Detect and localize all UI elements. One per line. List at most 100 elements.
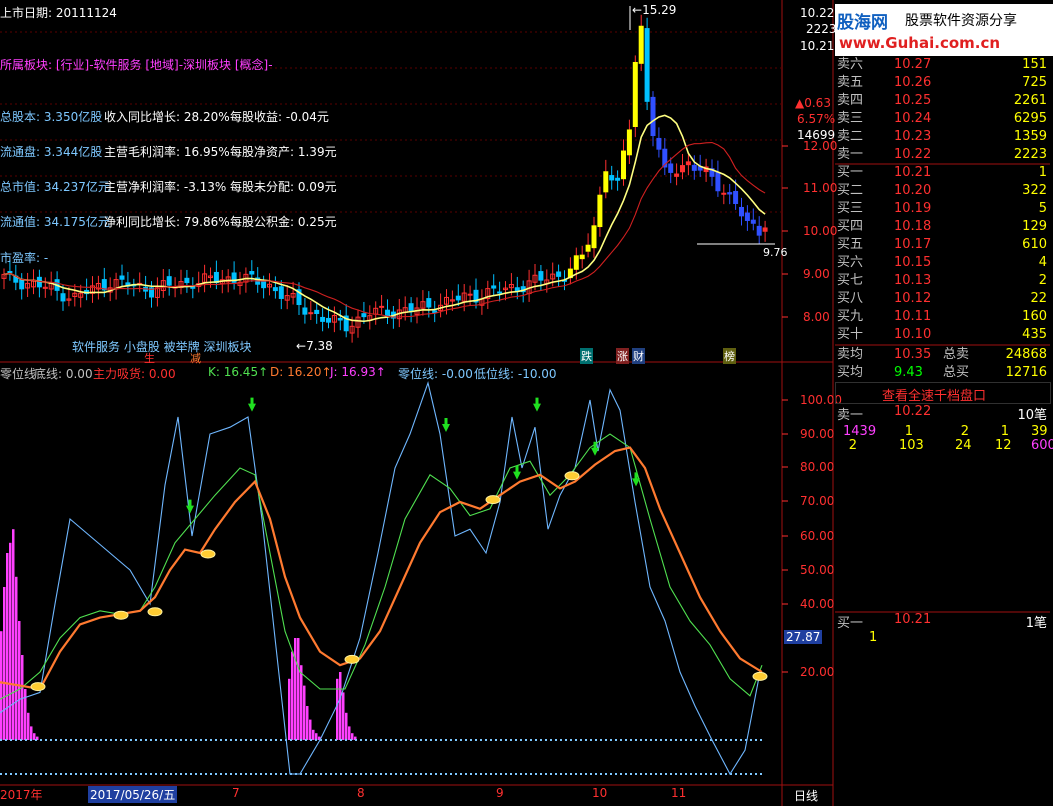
queue-order: 1439 (843, 424, 877, 439)
gold-ingot-icon (344, 654, 360, 664)
ask-volume: 6295 (1013, 111, 1047, 126)
absorb-bar (15, 576, 18, 740)
axis-top-value: 2223 (806, 22, 837, 36)
fund-b: 收入同比增长: 28.20% (104, 110, 230, 124)
ask1-queue-count: 10笔 (1017, 408, 1047, 423)
ask1-queue-price: 10.22 (894, 404, 932, 419)
event-mark-ta[interactable]: 生 (144, 350, 155, 366)
ask-label: 卖三 (837, 111, 864, 126)
candle-body (680, 165, 685, 173)
gold-ingot-icon (752, 671, 768, 681)
candle-body (337, 317, 343, 321)
bid-price: 10.12 (894, 291, 932, 306)
indicator-current-value: 27.87 (784, 630, 823, 644)
gold-ingot-icon (147, 607, 163, 617)
queue-button[interactable]: 查看全速千档盘口 (835, 382, 1051, 404)
ind-k: K: 16.45↑ (208, 365, 269, 379)
candle-body (739, 206, 744, 217)
ask-row: 卖五 10.26 725 (835, 74, 1051, 92)
pe-label: 市盈率: - (0, 251, 49, 265)
fund-a: 流通盘: 3.344亿股 (0, 145, 103, 159)
candle-body (278, 286, 284, 299)
candle-body (261, 281, 267, 289)
queue-order: 103 (899, 438, 924, 453)
absorb-bar (0, 631, 3, 740)
queue-order: 12 (995, 438, 1012, 453)
candle-body (668, 163, 674, 173)
avg-row: 卖均 10.35 总卖 24868 (835, 346, 1051, 364)
candle-body (644, 28, 650, 102)
sell-arrow-icon (632, 472, 640, 487)
fund-a: 流通值: 34.175亿元 (0, 215, 110, 229)
queue-order: 1 (904, 424, 913, 439)
absorb-bar (18, 621, 21, 740)
ask-volume: 2223 (1013, 147, 1047, 162)
absorb-bar (348, 726, 351, 740)
event-mark-reduce[interactable]: 减 (190, 350, 201, 366)
candle-body (326, 317, 331, 323)
bid-volume: 4 (1038, 255, 1047, 270)
time-label: 8 (357, 786, 365, 800)
bid-volume: 322 (1022, 183, 1047, 198)
queue-order: 2 (848, 438, 857, 453)
queue-button-label: 查看全速千档盘口 (882, 389, 987, 404)
candle-body (166, 276, 172, 286)
list-date: 上市日期: 20111124 (0, 6, 117, 20)
fund-b: 净利同比增长: 79.86% (104, 215, 230, 229)
bid-row: 买二 10.20 322 (835, 182, 1051, 200)
bid-price: 10.21 (894, 165, 932, 180)
absorb-bar (291, 651, 294, 740)
ask1-queue: 卖一 10.22 10笔 1439 1 2 1 39 2 103 24 12 600 (835, 404, 1053, 454)
candle-body (573, 255, 579, 270)
candle-body (19, 279, 25, 290)
candle-body (60, 293, 66, 302)
brand-name: 股海网 (837, 13, 888, 33)
event-mark-rise[interactable]: 涨 (616, 348, 629, 364)
bid-row: 买十 10.10 435 (835, 326, 1051, 344)
avg-row: 买均 9.43 总买 12716 (835, 364, 1051, 382)
bid-label: 买四 (837, 219, 864, 234)
candle-body (591, 225, 597, 249)
ask-row: 卖三 10.24 6295 (835, 110, 1051, 128)
bid1-queue-order: 1 (869, 630, 878, 645)
axis-top-value: 10.21 (800, 39, 835, 53)
absorb-bar (6, 553, 9, 740)
ask-label: 卖一 (837, 147, 864, 162)
bid-row: 买七 10.13 2 (835, 272, 1051, 290)
candle-body (715, 172, 721, 192)
axis-top-value: 10.22 (800, 6, 835, 20)
absorb-bar (306, 706, 309, 740)
ask-volume: 725 (1022, 75, 1047, 90)
bid-price: 10.18 (894, 219, 932, 234)
ind-j: J: 16.93↑ (330, 365, 386, 379)
bid-label: 买三 (837, 201, 864, 216)
candle-body (603, 171, 609, 193)
fund-b: 主营净利润率: -3.13% (104, 180, 227, 194)
candle-body (621, 150, 626, 180)
avg-price: 10.35 (894, 347, 932, 362)
event-mark-fall[interactable]: 跌 (580, 348, 593, 364)
candle-body (656, 137, 662, 150)
concept-tags: 软件服务 小盘股 被举牌 深圳板块 (72, 340, 252, 354)
event-mark-finance[interactable]: 财 (632, 348, 645, 364)
absorb-bar (9, 542, 12, 740)
sell-arrow-icon (533, 397, 541, 412)
j-line (0, 381, 761, 776)
ask-volume: 1359 (1013, 129, 1047, 144)
bid-volume: 5 (1038, 201, 1047, 216)
queue-order: 1 (1000, 424, 1009, 439)
candle-body (691, 164, 697, 171)
queue-order: 24 (955, 438, 972, 453)
ask-volume: 2261 (1013, 93, 1047, 108)
candle-body (514, 287, 520, 292)
bid-label: 买二 (837, 183, 864, 198)
period-label[interactable]: 日线 (794, 787, 818, 804)
ask-price: 10.25 (894, 93, 932, 108)
time-label-cursor: 2017/05/26/五 (88, 786, 178, 803)
candle-body (302, 307, 308, 315)
ask-row: 卖四 10.25 2261 (835, 92, 1051, 110)
event-mark-rank[interactable]: 榜 (723, 348, 736, 364)
time-label: 11 (671, 786, 687, 800)
bid-volume: 22 (1030, 291, 1047, 306)
ask-label: 卖二 (837, 129, 864, 144)
